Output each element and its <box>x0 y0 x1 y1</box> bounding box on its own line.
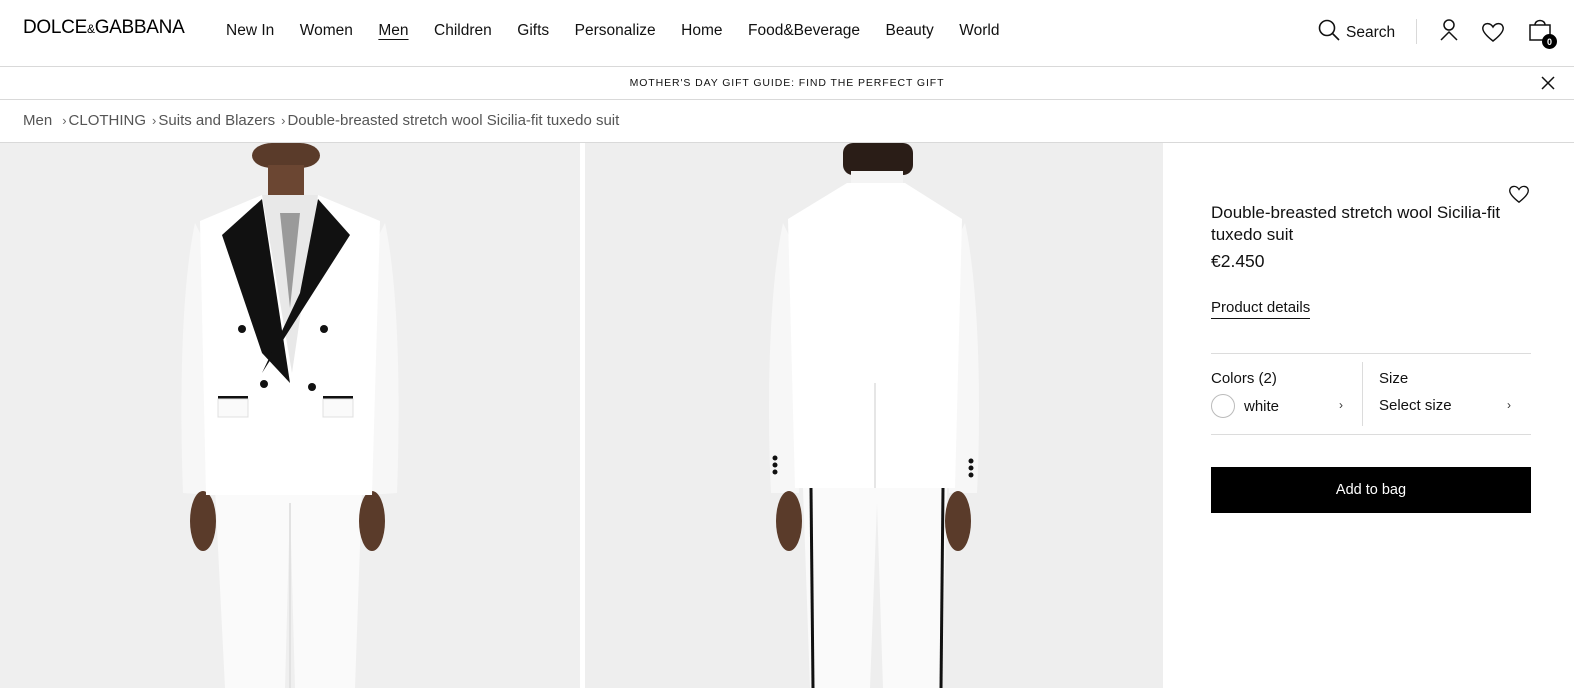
add-to-bag-button[interactable]: Add to bag <box>1211 467 1531 513</box>
close-icon <box>1541 76 1555 94</box>
chevron-right-icon: › <box>1507 398 1511 412</box>
site-header: DOLCE&GABBANA New In Women Men Children … <box>0 0 1574 67</box>
promo-close-button[interactable] <box>1541 76 1555 95</box>
logo-left: DOLCE <box>23 17 87 38</box>
nav-item-beauty[interactable]: Beauty <box>886 22 934 40</box>
breadcrumb: Men › CLOTHING › Suits and Blazers › Dou… <box>23 112 619 129</box>
options-vertical-divider <box>1362 362 1363 426</box>
nav-item-personalize[interactable]: Personalize <box>575 22 656 40</box>
options-bottom-divider <box>1211 434 1531 435</box>
size-label: Size <box>1379 370 1409 387</box>
logo-right: GABBANA <box>94 17 185 38</box>
color-swatch-white <box>1211 394 1235 418</box>
product-details-link[interactable]: Product details <box>1211 299 1311 319</box>
breadcrumb-suits-blazers[interactable]: Suits and Blazers <box>158 112 275 129</box>
heart-icon <box>1508 185 1530 208</box>
size-value: Select size <box>1379 397 1452 414</box>
product-image-front[interactable] <box>0 143 580 688</box>
promo-bar: MOTHER'S DAY GIFT GUIDE: FIND THE PERFEC… <box>0 67 1574 100</box>
nav-item-new-in[interactable]: New In <box>226 22 274 40</box>
bag-count-badge: 0 <box>1542 34 1557 49</box>
promo-text[interactable]: MOTHER'S DAY GIFT GUIDE: FIND THE PERFEC… <box>0 77 1574 89</box>
colors-label: Colors (2) <box>1211 370 1277 387</box>
breadcrumb-men[interactable]: Men <box>23 112 52 129</box>
chevron-right-icon: › <box>62 113 67 128</box>
account-button[interactable] <box>1439 19 1459 46</box>
product-title: Double-breasted stretch wool Sicilia-fit… <box>1211 203 1501 244</box>
breadcrumb-current-product: Double-breasted stretch wool Sicilia-fit… <box>287 112 620 129</box>
search-label: Search <box>1346 23 1396 41</box>
main-nav: New In Women Men Children Gifts Personal… <box>226 22 1025 40</box>
header-divider <box>1416 19 1417 44</box>
logo-amp: & <box>86 22 95 36</box>
nav-item-children[interactable]: Children <box>434 22 492 40</box>
product-price: €2.450 <box>1211 251 1265 271</box>
nav-item-food-beverage[interactable]: Food&Beverage <box>748 22 860 40</box>
product-wishlist-button[interactable] <box>1508 184 1530 209</box>
search-icon <box>1318 19 1340 46</box>
chevron-right-icon: › <box>281 113 286 128</box>
color-value: white <box>1244 397 1280 415</box>
nav-item-women[interactable]: Women <box>300 22 353 40</box>
nav-item-world[interactable]: World <box>959 22 999 40</box>
options-top-divider <box>1211 353 1531 354</box>
product-image-back[interactable] <box>585 143 1163 688</box>
nav-item-men[interactable]: Men <box>378 22 408 40</box>
size-selector[interactable]: Select size › <box>1379 397 1519 414</box>
wishlist-button[interactable] <box>1481 21 1505 48</box>
chevron-right-icon: › <box>1339 398 1343 412</box>
shopping-bag-button[interactable]: 0 <box>1527 19 1557 49</box>
chevron-right-icon: › <box>152 113 157 128</box>
nav-item-gifts[interactable]: Gifts <box>517 22 549 40</box>
search-button[interactable]: Search <box>1318 19 1395 46</box>
wishlist-heart-icon <box>1481 21 1505 48</box>
color-selector[interactable]: white › <box>1211 394 1349 418</box>
brand-logo[interactable]: DOLCE&GABBANA <box>23 17 185 39</box>
account-icon <box>1439 19 1459 46</box>
breadcrumb-clothing[interactable]: CLOTHING <box>69 112 147 129</box>
nav-item-home[interactable]: Home <box>681 22 722 40</box>
